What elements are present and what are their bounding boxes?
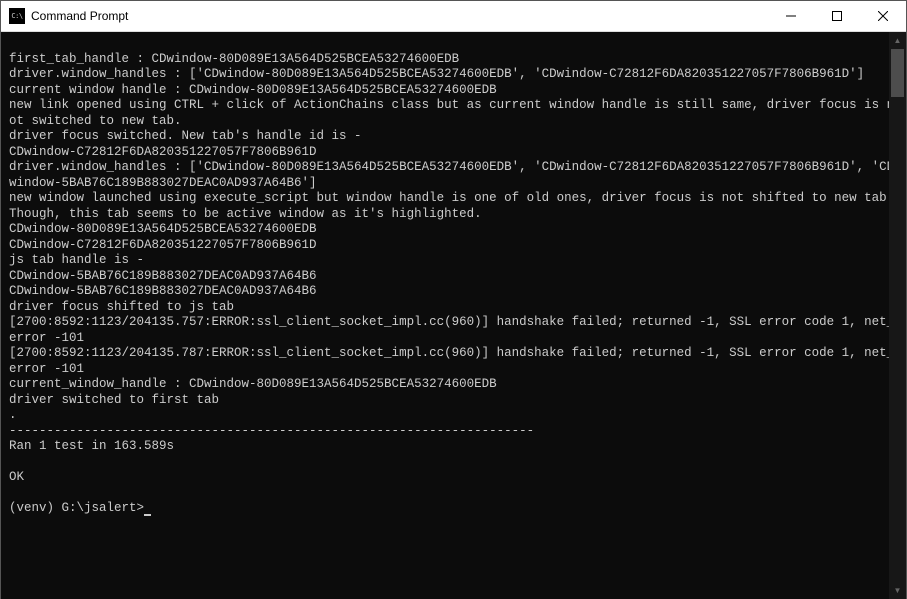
scroll-down-arrow[interactable]: ▼: [889, 582, 906, 599]
scrollbar-thumb[interactable]: [891, 49, 904, 97]
titlebar: C:\ Command Prompt: [1, 1, 906, 32]
minimize-icon: [786, 11, 796, 21]
vertical-scrollbar[interactable]: ▲ ▼: [889, 32, 906, 599]
terminal-area: first_tab_handle : CDwindow-80D089E13A56…: [1, 32, 906, 599]
window-title: Command Prompt: [31, 9, 768, 23]
close-button[interactable]: [860, 1, 906, 31]
scrollbar-track[interactable]: [889, 49, 906, 582]
shell-prompt: (venv) G:\jsalert>: [9, 501, 144, 515]
text-cursor: [144, 514, 151, 516]
cmd-icon: C:\: [9, 8, 25, 24]
window-controls: [768, 1, 906, 31]
scroll-up-arrow[interactable]: ▲: [889, 32, 906, 49]
terminal-output[interactable]: first_tab_handle : CDwindow-80D089E13A56…: [1, 32, 906, 599]
maximize-icon: [832, 11, 842, 21]
minimize-button[interactable]: [768, 1, 814, 31]
close-icon: [878, 11, 888, 21]
terminal-log-text: first_tab_handle : CDwindow-80D089E13A56…: [9, 52, 902, 485]
maximize-button[interactable]: [814, 1, 860, 31]
